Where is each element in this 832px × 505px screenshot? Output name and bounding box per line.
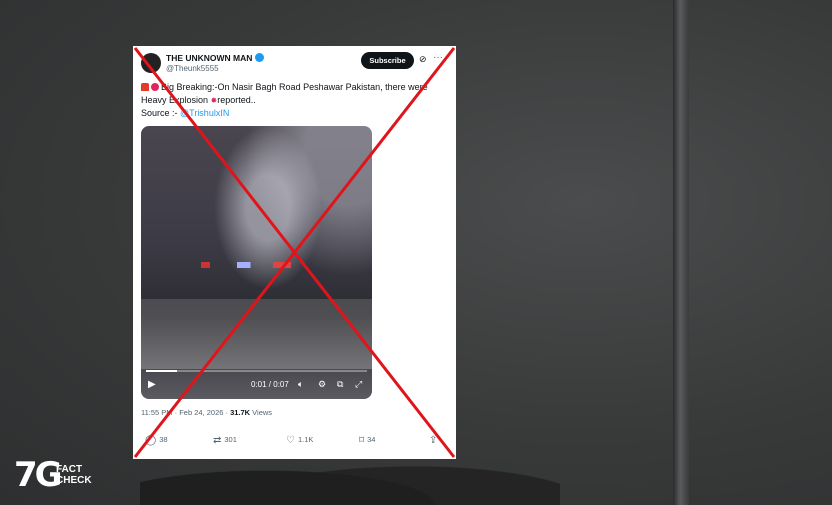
like-count: 1.1K: [297, 435, 314, 444]
tweet-line-3: Source :- @TrishulxIN: [141, 107, 451, 120]
video-time: 0:01 / 0:07: [251, 380, 289, 389]
verified-badge-icon: [255, 53, 265, 62]
repost-button[interactable]: ⇄ 301: [213, 435, 237, 446]
source-label: Source :-: [141, 108, 181, 118]
reply-icon: ◯: [145, 435, 157, 446]
repost-count: 301: [224, 435, 237, 444]
logo-text: FACT CHECK: [56, 464, 92, 486]
tweet-line-1-text: Big Breaking:-On Nasir Bagh Road Peshawa…: [161, 82, 428, 92]
tweet-text: Big Breaking:-On Nasir Bagh Road Peshawa…: [141, 81, 451, 120]
settings-icon[interactable]: ⚙︎: [318, 379, 326, 390]
bookmark-button[interactable]: ⌑ 34: [359, 435, 375, 446]
views-count: 31.7K: [230, 408, 251, 417]
user-handle[interactable]: @Theunk5555: [166, 64, 219, 73]
views-label: Views: [250, 408, 273, 417]
share-button[interactable]: ⇪: [429, 435, 440, 446]
logo-word-fact: FACT: [56, 464, 83, 475]
reply-count: 38: [159, 435, 168, 444]
video-frame-lights: [201, 262, 291, 268]
tweet-line-1: Big Breaking:-On Nasir Bagh Road Peshawa…: [141, 81, 451, 94]
bookmark-count: 34: [367, 435, 376, 444]
display-name-text: THE UNKNOWN MAN: [166, 53, 253, 63]
video-progress-fill: [146, 370, 177, 372]
logo-number: 7G: [14, 455, 63, 495]
video-frame-ground: [141, 299, 372, 369]
more-icon[interactable]: ···: [433, 53, 443, 63]
tweet-line-2: Heavy Explosion ✸reported..: [141, 94, 451, 108]
display-name[interactable]: THE UNKNOWN MAN: [166, 53, 265, 63]
timestamp[interactable]: 11:55 PM · Feb 24, 2026 ·: [141, 408, 230, 417]
volume-icon[interactable]: 🔈︎: [298, 379, 303, 390]
tweet-card: THE UNKNOWN MAN @Theunk5555 Subscribe ⊘ …: [133, 46, 456, 459]
logo-word-check: CHECK: [56, 475, 92, 486]
video-player[interactable]: ▶ 0:01 / 0:07 🔈︎ ⚙︎ ⧉ ⤢: [141, 126, 372, 399]
reply-button[interactable]: ◯ 38: [145, 435, 168, 446]
share-icon: ⇪: [429, 435, 438, 446]
grok-icon[interactable]: ⊘: [419, 54, 429, 64]
play-icon[interactable]: ▶: [148, 379, 156, 390]
flag-pole: [673, 0, 689, 505]
fact-check-logo: 7G FACT CHECK: [14, 455, 98, 495]
repost-icon: ⇄: [213, 435, 222, 446]
bookmark-icon: ⌑: [359, 435, 365, 446]
video-progress-bar[interactable]: [146, 370, 367, 372]
pip-icon[interactable]: ⧉: [337, 379, 343, 390]
source-link[interactable]: @TrishulxIN: [180, 108, 229, 118]
action-bar: ◯ 38 ⇄ 301 ♡ 1.1K ⌑ 34 ⇪: [141, 435, 451, 449]
red-circle-emoji-icon: [151, 83, 159, 91]
fullscreen-icon[interactable]: ⤢: [355, 379, 362, 390]
tweet-line-2-end: reported..: [217, 94, 256, 105]
heart-icon: ♡: [286, 435, 295, 446]
like-button[interactable]: ♡ 1.1K: [286, 435, 313, 446]
avatar[interactable]: [141, 53, 161, 73]
subscribe-button[interactable]: Subscribe: [361, 52, 414, 69]
siren-emoji-icon: [141, 83, 149, 91]
tweet-line-2-text: Heavy Explosion: [141, 94, 211, 105]
tweet-meta: 11:55 PM · Feb 24, 2026 · 31.7K Views: [141, 408, 272, 417]
